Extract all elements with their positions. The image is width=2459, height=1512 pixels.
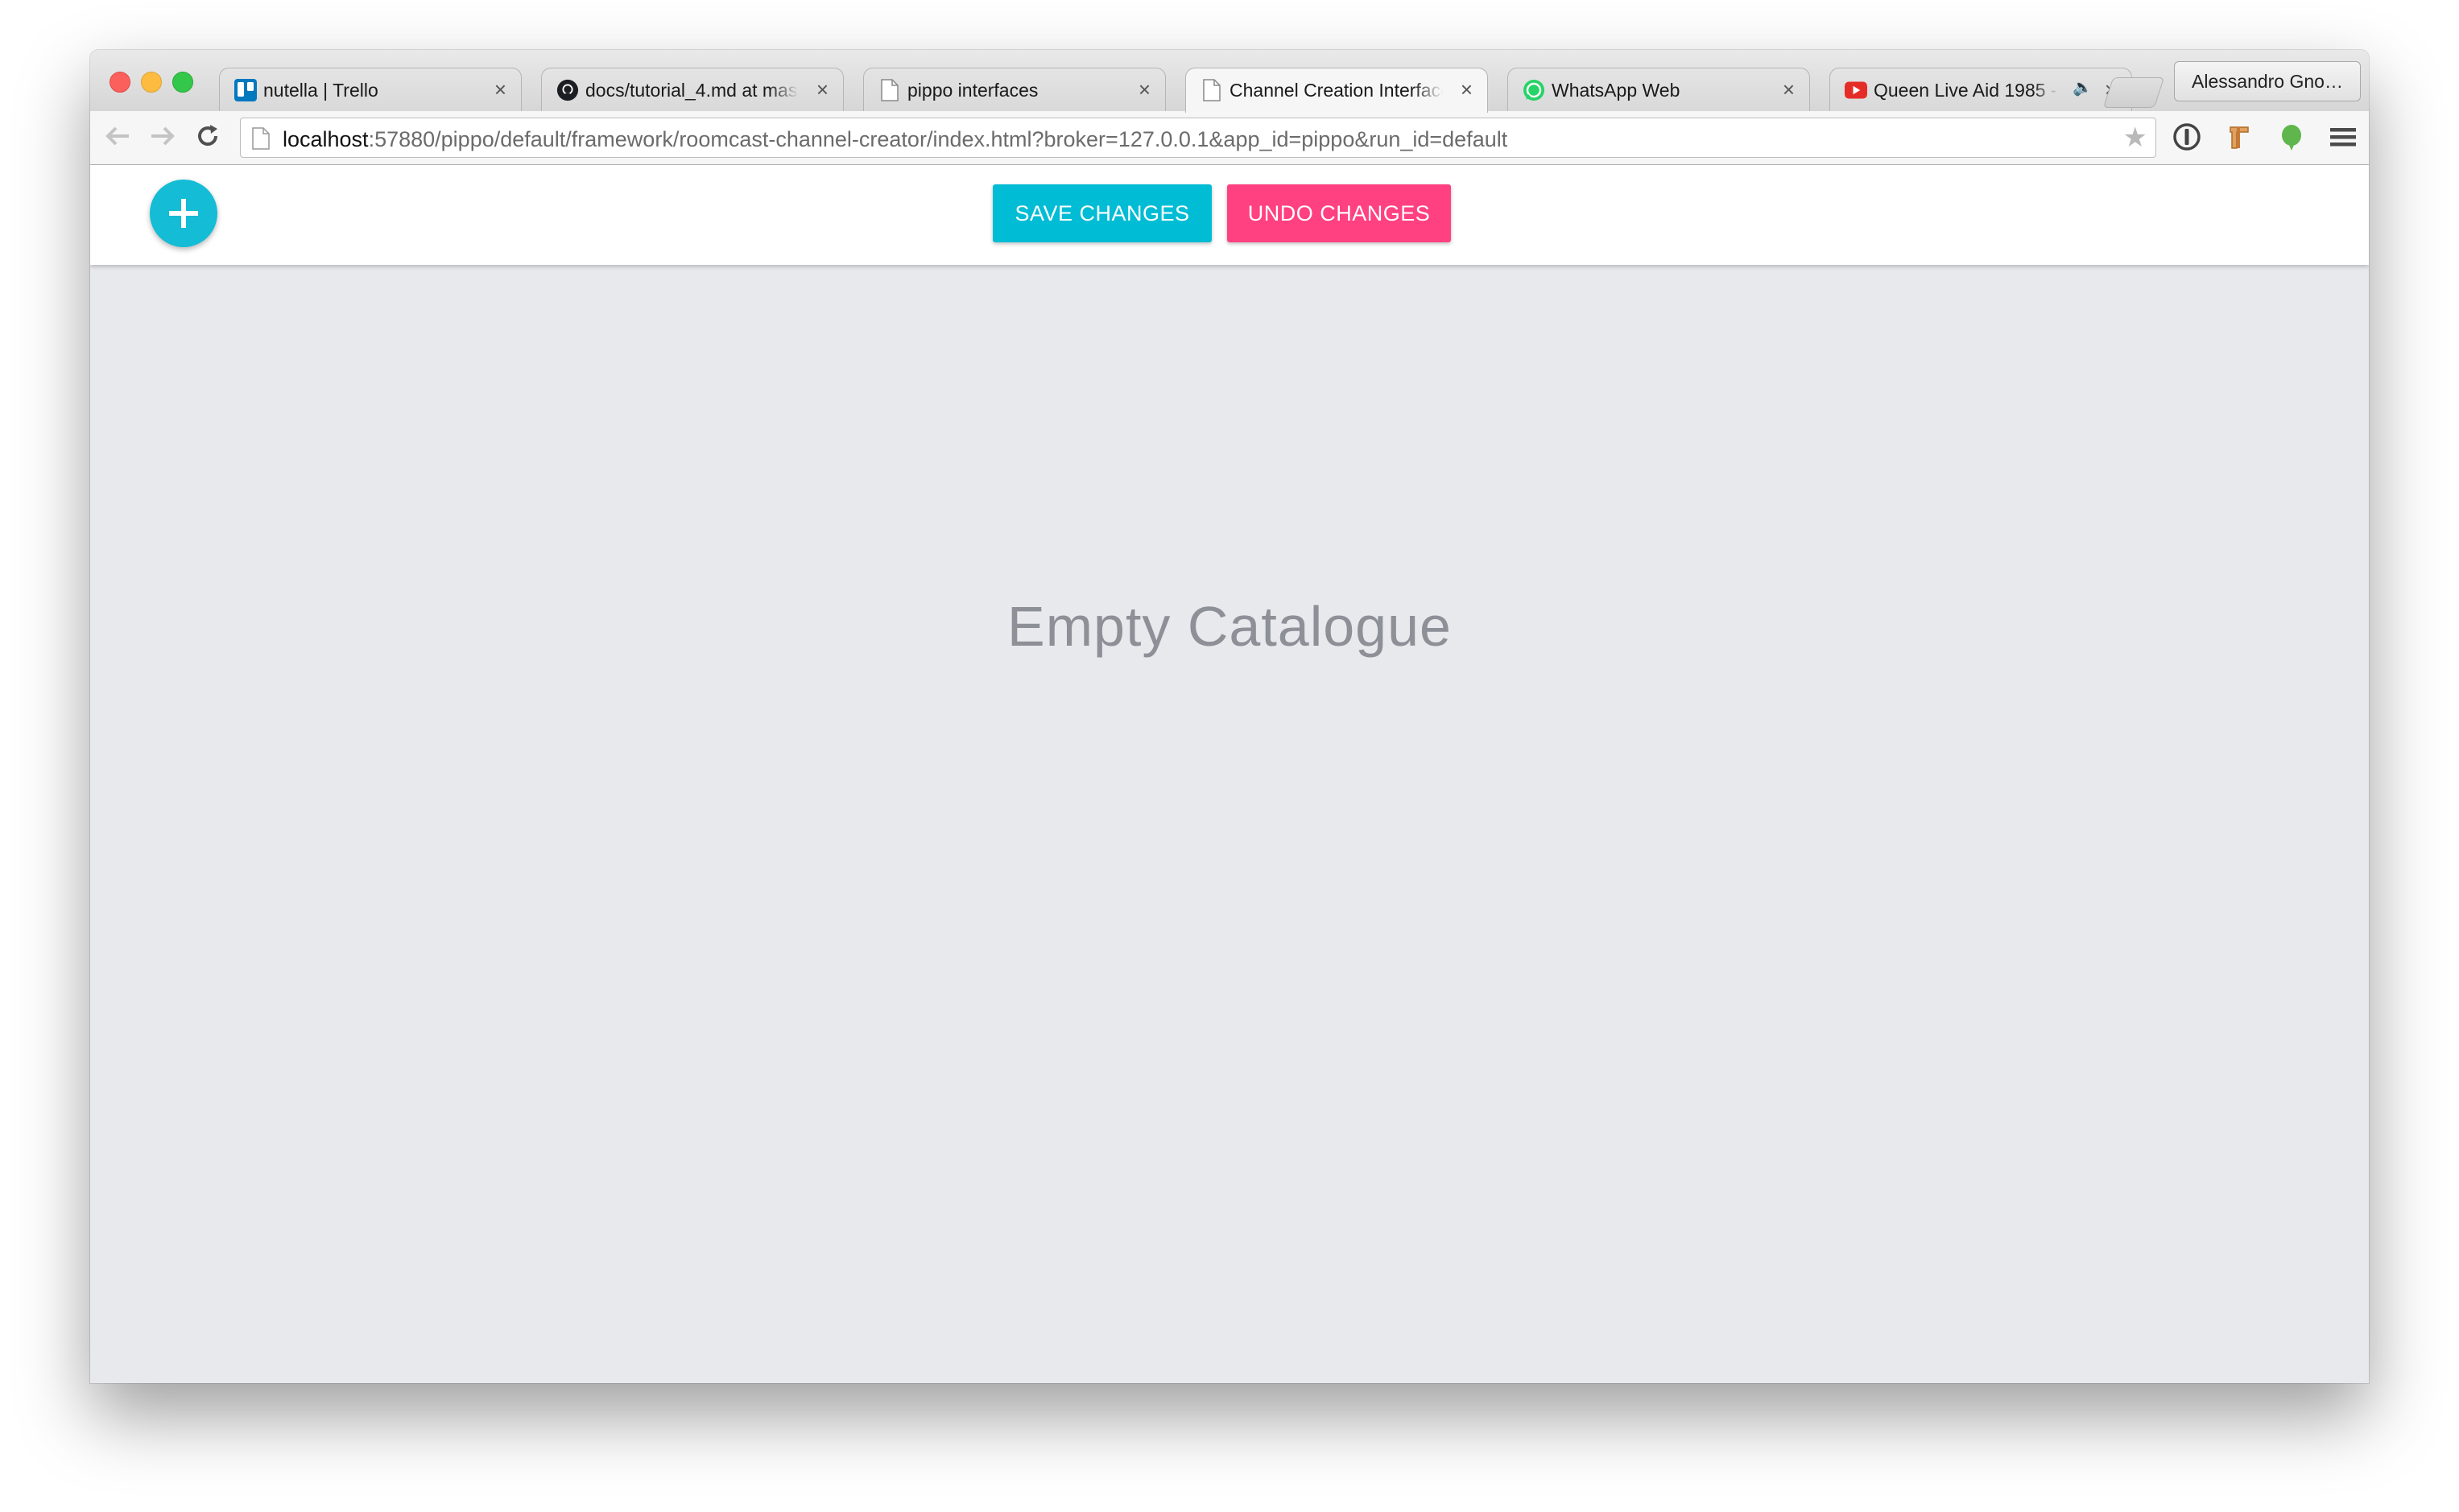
youtube-icon: [1845, 79, 1867, 101]
tab-github[interactable]: docs/tutorial_4.md at master ×: [541, 68, 844, 111]
tab-strip: nutella | Trello × docs/tutorial_4.md at…: [90, 50, 2369, 113]
tab-title: Queen Live Aid 1985 - HQ: [1874, 80, 2059, 101]
tab-title: WhatsApp Web: [1552, 80, 1680, 101]
tab-pippo-interfaces[interactable]: pippo interfaces ×: [863, 68, 1166, 111]
extension-pipe-icon[interactable]: [2224, 121, 2256, 153]
tab-title: docs/tutorial_4.md at master: [585, 80, 799, 101]
url-text: localhost:57880/pippo/default/framework/…: [283, 127, 1507, 152]
tab-close-icon[interactable]: ×: [1461, 77, 1473, 101]
tab-whatsapp[interactable]: WhatsApp Web ×: [1507, 68, 1810, 111]
browser-window: nutella | Trello × docs/tutorial_4.md at…: [90, 50, 2369, 1383]
github-icon: [556, 79, 579, 101]
undo-changes-button[interactable]: UNDO CHANGES: [1227, 184, 1451, 242]
page-content: SAVE CHANGES UNDO CHANGES Empty Catalogu…: [90, 165, 2369, 1383]
empty-catalogue-message: Empty Catalogue: [1007, 595, 1452, 658]
profile-button[interactable]: Alessandro Gno…: [2174, 61, 2361, 101]
page-icon: [252, 127, 270, 154]
window-maximize-button[interactable]: [172, 72, 193, 93]
add-channel-button[interactable]: [150, 180, 217, 247]
tab-channel-creation[interactable]: Channel Creation Interface ×: [1185, 68, 1488, 113]
whatsapp-icon: [1523, 79, 1545, 101]
evernote-icon[interactable]: [2275, 121, 2308, 153]
page-icon: [1201, 79, 1223, 101]
app-header: SAVE CHANGES UNDO CHANGES: [90, 165, 2369, 265]
tab-close-icon[interactable]: ×: [1783, 77, 1795, 101]
tab-youtube[interactable]: Queen Live Aid 1985 - HQ 🔈 ×: [1829, 68, 2132, 111]
onepassword-icon[interactable]: [2171, 121, 2203, 153]
new-tab-button[interactable]: [2102, 77, 2165, 108]
trello-icon: [234, 79, 257, 101]
save-changes-button[interactable]: SAVE CHANGES: [993, 184, 1212, 242]
plus-icon: [167, 196, 200, 230]
url-path: :57880/pippo/default/framework/roomcast-…: [368, 127, 1508, 151]
tab-trello[interactable]: nutella | Trello ×: [219, 68, 522, 111]
browser-toolbar: localhost:57880/pippo/default/framework/…: [90, 111, 2369, 165]
reload-icon[interactable]: [193, 122, 222, 151]
tab-title: pippo interfaces: [907, 80, 1039, 101]
tab-title: nutella | Trello: [263, 80, 378, 101]
tab-close-icon[interactable]: ×: [494, 77, 506, 101]
window-close-button[interactable]: [110, 72, 130, 93]
window-minimize-button[interactable]: [141, 72, 162, 93]
tab-close-icon[interactable]: ×: [816, 77, 829, 101]
speaker-icon[interactable]: 🔈: [2073, 77, 2093, 97]
tab-title: Channel Creation Interface: [1230, 80, 1443, 101]
menu-hamburger-icon[interactable]: [2327, 121, 2359, 153]
forward-arrow-icon[interactable]: [148, 122, 177, 151]
tab-close-icon[interactable]: ×: [1139, 77, 1151, 101]
url-host: localhost: [283, 127, 369, 151]
page-icon: [878, 79, 901, 101]
back-arrow-icon[interactable]: [103, 122, 132, 151]
bookmark-star-icon[interactable]: ★: [2123, 123, 2147, 152]
address-bar[interactable]: localhost:57880/pippo/default/framework/…: [240, 118, 2156, 158]
